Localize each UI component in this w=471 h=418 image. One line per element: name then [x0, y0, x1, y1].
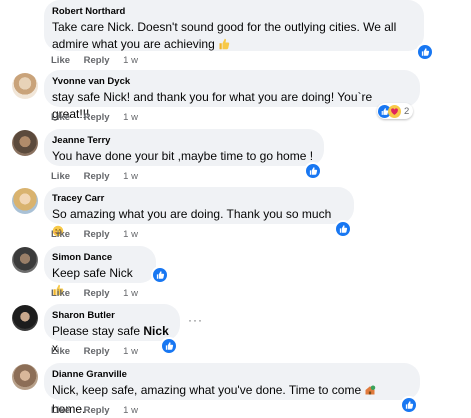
- comment-timestamp[interactable]: 1 w: [123, 112, 138, 123]
- more-options-icon[interactable]: ···: [188, 313, 203, 327]
- avatar[interactable]: [12, 305, 38, 331]
- comment-bubble[interactable]: Robert Northard Take care Nick. Doesn't …: [44, 0, 424, 51]
- reply-link[interactable]: Reply: [84, 112, 110, 123]
- comment-actions: Like Reply 1 w: [51, 171, 149, 182]
- reaction-summary[interactable]: 2: [377, 103, 414, 119]
- like-reaction-icon[interactable]: [160, 337, 178, 355]
- comment-actions: Like Reply 1 w: [51, 112, 149, 123]
- comment-author[interactable]: Tracey Carr: [52, 193, 344, 205]
- reaction-count: 2: [404, 105, 410, 117]
- reply-link[interactable]: Reply: [84, 346, 110, 357]
- comment-timestamp[interactable]: 1 w: [123, 346, 138, 357]
- thumbs-up-emoji: [218, 38, 230, 55]
- comment-bubble[interactable]: Sharon Butler Please stay safe Nick x: [44, 304, 180, 355]
- comment-bubble[interactable]: Tracey Carr So amazing what you are doin…: [44, 187, 354, 237]
- like-reaction-icon[interactable]: [416, 43, 434, 61]
- like-link[interactable]: Like: [51, 346, 70, 357]
- comment-actions: Like Reply 1 w: [51, 229, 149, 240]
- comment-actions: Like Reply 1 w: [51, 346, 149, 357]
- love-reaction-icon: [388, 104, 401, 118]
- comment-author[interactable]: Robert Northard: [52, 6, 414, 18]
- comment-actions: Like Reply 1 w: [51, 405, 149, 416]
- comment-bubble[interactable]: Jeanne Terry You have done your bit ,may…: [44, 129, 324, 166]
- like-link[interactable]: Like: [51, 229, 70, 240]
- avatar[interactable]: [12, 130, 38, 156]
- reply-link[interactable]: Reply: [84, 229, 110, 240]
- comment-timestamp[interactable]: 1 w: [123, 55, 138, 66]
- comment-text: Take care Nick. Doesn't sound good for t…: [52, 19, 414, 55]
- avatar[interactable]: [12, 364, 38, 390]
- avatar[interactable]: [12, 73, 38, 99]
- comment-bubble[interactable]: Yvonne van Dyck stay safe Nick! and than…: [44, 70, 420, 121]
- like-link[interactable]: Like: [51, 288, 70, 299]
- comment-bubble[interactable]: Dianne Granville Nick, keep safe, amazin…: [44, 363, 420, 416]
- like-link[interactable]: Like: [51, 405, 70, 416]
- comment-author[interactable]: Dianne Granville: [52, 369, 410, 381]
- like-reaction-icon[interactable]: [151, 266, 169, 284]
- comment-timestamp[interactable]: 1 w: [123, 405, 138, 416]
- comment-timestamp[interactable]: 1 w: [123, 171, 138, 182]
- house-emoji: [364, 384, 376, 401]
- comment-actions: Like Reply 1 w: [51, 55, 149, 66]
- comment-author[interactable]: Yvonne van Dyck: [52, 76, 410, 88]
- like-reaction-icon[interactable]: [304, 162, 322, 180]
- like-reaction-icon[interactable]: [400, 396, 418, 414]
- avatar[interactable]: [12, 247, 38, 273]
- reply-link[interactable]: Reply: [84, 55, 110, 66]
- comment-timestamp[interactable]: 1 w: [123, 288, 138, 299]
- reply-link[interactable]: Reply: [84, 405, 110, 416]
- like-link[interactable]: Like: [51, 55, 70, 66]
- comment-author[interactable]: Sharon Butler: [52, 310, 170, 322]
- comment-actions: Like Reply 1 w: [51, 288, 149, 299]
- like-link[interactable]: Like: [51, 171, 70, 182]
- reply-link[interactable]: Reply: [84, 288, 110, 299]
- comment-author[interactable]: Jeanne Terry: [52, 135, 314, 147]
- like-link[interactable]: Like: [51, 112, 70, 123]
- like-reaction-icon[interactable]: [334, 220, 352, 238]
- comment-text: You have done your bit ,maybe time to go…: [52, 149, 314, 163]
- comment-timestamp[interactable]: 1 w: [123, 229, 138, 240]
- reply-link[interactable]: Reply: [84, 171, 110, 182]
- comment-bubble[interactable]: Simon Dance Keep safe Nick: [44, 246, 156, 296]
- comment-author[interactable]: Simon Dance: [52, 252, 146, 264]
- avatar[interactable]: [12, 188, 38, 214]
